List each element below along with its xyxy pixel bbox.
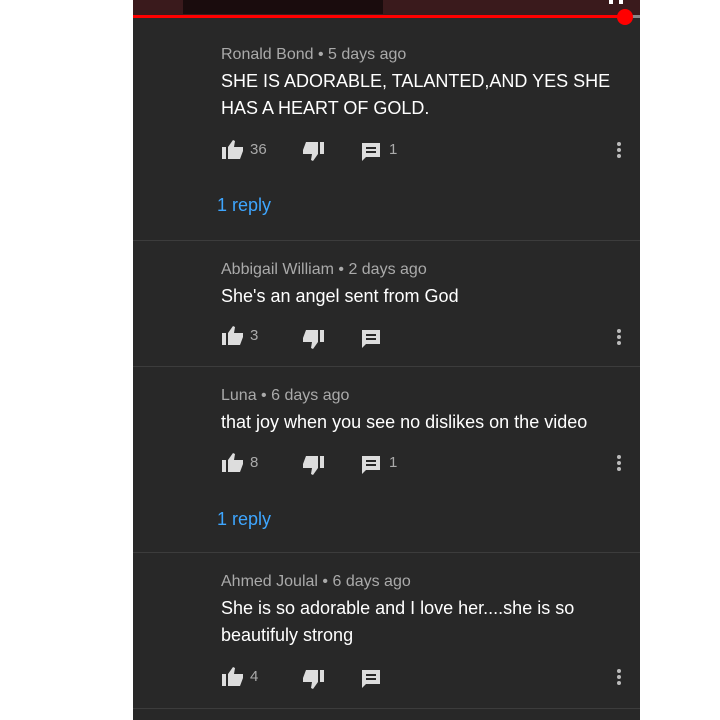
comment-text: She is so adorable and I love her....she… (221, 598, 575, 645)
meta-separator: • (317, 46, 324, 63)
reply-comment-icon[interactable] (360, 455, 384, 475)
reply-comment-icon[interactable] (360, 142, 384, 162)
comment-item: Ronald Bond • 5 days ago SHE IS ADORABLE… (133, 20, 640, 240)
meta-separator: • (322, 573, 329, 590)
video-player-edge[interactable] (133, 0, 640, 16)
comment-meta: Luna • 6 days ago (221, 387, 349, 405)
thumbs-up-icon[interactable] (221, 325, 245, 345)
comment-time: 5 days ago (328, 46, 407, 63)
more-vert-icon[interactable] (613, 667, 625, 687)
view-replies-link[interactable]: 1 reply (217, 195, 271, 216)
meta-separator: • (338, 261, 344, 278)
comment-meta: Ronald Bond • 5 days ago (221, 46, 406, 64)
comment-text: SHE IS ADORABLE, TALANTED,AND YES SHE HA… (221, 71, 611, 118)
comment-text: She's an angel sent from God (221, 286, 459, 306)
comment-time: 2 days ago (348, 261, 427, 278)
meta-separator: • (261, 387, 267, 404)
comment-author[interactable]: Ahmed Joulal (221, 573, 318, 590)
comment-author[interactable]: Abbigail William (221, 261, 334, 278)
like-count: 4 (250, 668, 259, 685)
comment-meta: Abbigail William • 2 days ago (221, 261, 427, 279)
more-vert-icon[interactable] (613, 453, 625, 473)
comment-author[interactable]: Ronald Bond (221, 46, 314, 63)
reply-comment-icon[interactable] (360, 329, 384, 349)
comment-time: 6 days ago (271, 387, 350, 404)
comment-meta: Ahmed Joulal • 6 days ago (221, 573, 411, 591)
thumbs-down-icon[interactable] (301, 330, 325, 350)
comment-text: that joy when you see no dislikes on the… (221, 412, 588, 432)
more-vert-icon[interactable] (613, 327, 625, 347)
more-vert-icon[interactable] (613, 140, 625, 160)
video-frame (183, 0, 383, 14)
view-replies-link[interactable]: 1 reply (217, 509, 271, 530)
comment-author[interactable]: Luna (221, 387, 257, 404)
like-count: 3 (250, 327, 259, 344)
comments-panel: Ronald Bond • 5 days ago SHE IS ADORABLE… (133, 0, 640, 720)
like-count: 36 (250, 141, 267, 158)
pause-icon-bar (619, 0, 623, 4)
pause-icon[interactable] (609, 0, 613, 4)
thumbs-up-icon[interactable] (221, 139, 245, 159)
like-count: 8 (250, 454, 259, 471)
comment-item: Ahmed Joulal • 6 days ago She is so ador… (133, 552, 640, 709)
comment-item: Abbigail William • 2 days ago She's an a… (133, 240, 640, 367)
next-comment-edge (133, 708, 640, 720)
reply-count: 1 (389, 454, 398, 471)
thumbs-down-icon[interactable] (301, 142, 325, 162)
reply-comment-icon[interactable] (360, 669, 384, 689)
thumbs-up-icon[interactable] (221, 452, 245, 472)
thumbs-down-icon[interactable] (301, 456, 325, 476)
reply-count: 1 (389, 141, 398, 158)
thumbs-down-icon[interactable] (301, 670, 325, 690)
comment-item: Luna • 6 days ago that joy when you see … (133, 366, 640, 553)
comment-time: 6 days ago (332, 573, 411, 590)
thumbs-up-icon[interactable] (221, 666, 245, 686)
video-progress-bar[interactable] (133, 15, 627, 18)
